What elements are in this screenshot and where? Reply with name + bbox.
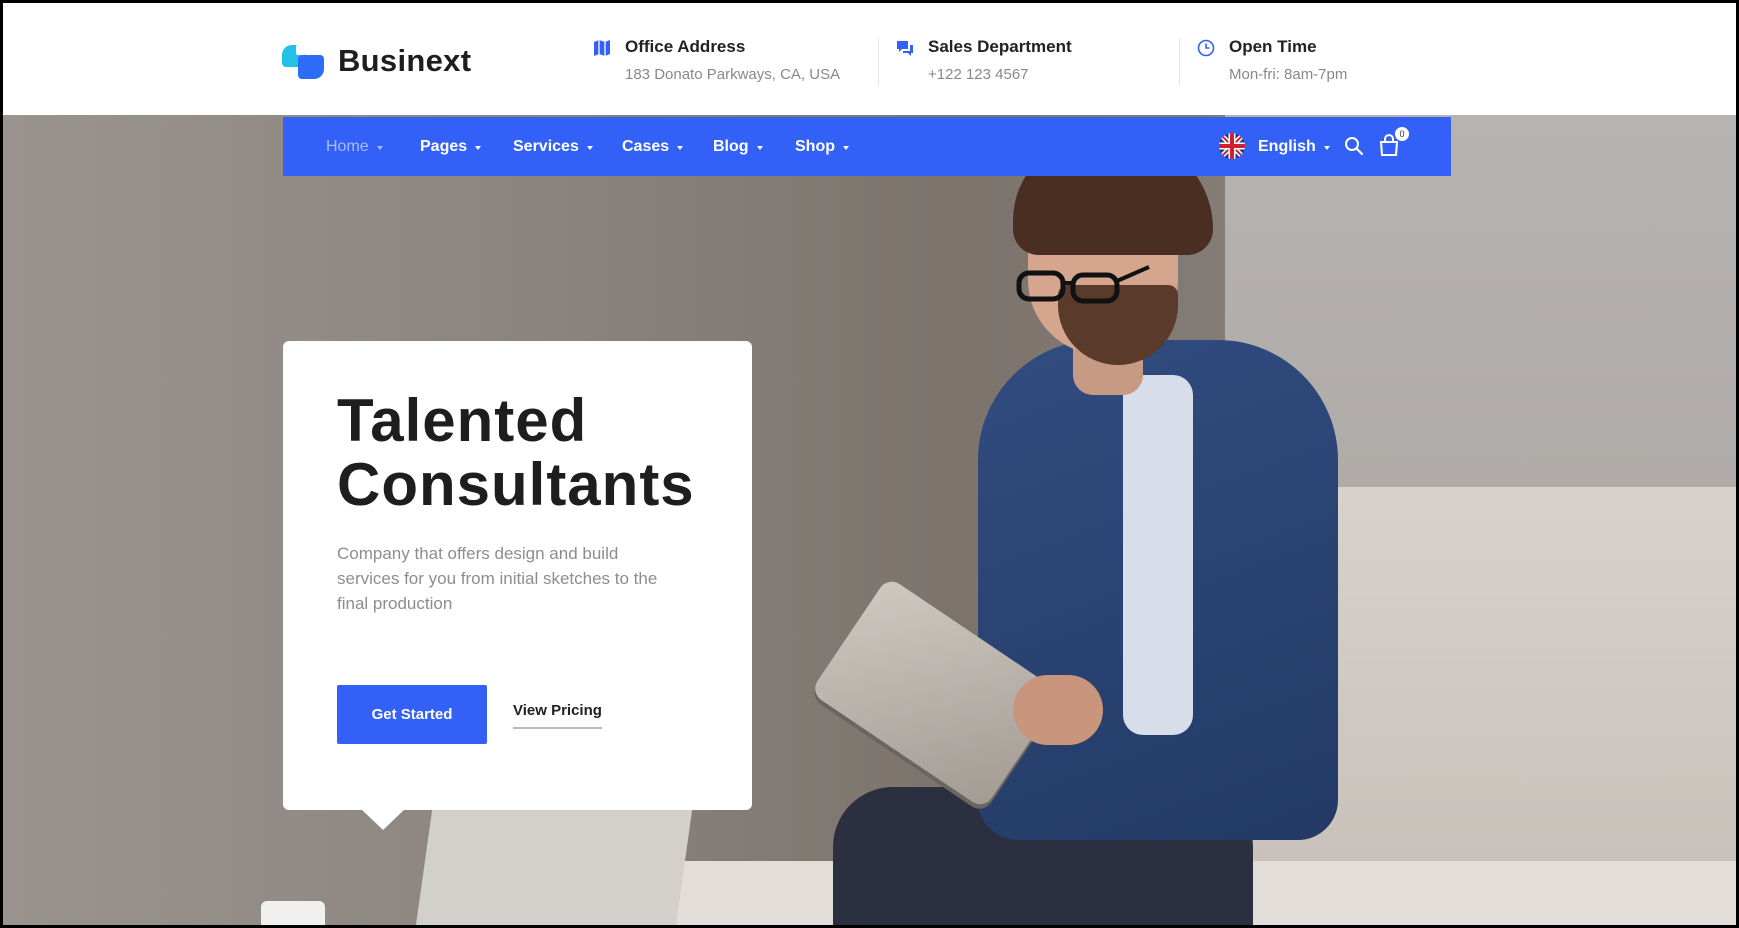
nav-item-label: Home — [326, 138, 369, 155]
hero-person-glasses — [1016, 265, 1150, 304]
divider — [878, 38, 879, 86]
chevron-down-icon — [843, 146, 849, 150]
cart-count-badge: 0 — [1395, 127, 1409, 141]
office-address-title: Office Address — [625, 37, 746, 56]
hero-title-line-1: Talented — [337, 387, 588, 454]
nav-item-services[interactable]: Services — [513, 138, 593, 156]
sales-department-info: Sales Department +122 123 4567 — [896, 37, 1072, 83]
office-address-value: 183 Donato Parkways, CA, USA — [625, 66, 841, 83]
logo[interactable]: Businext — [282, 41, 471, 81]
divider — [1179, 38, 1180, 86]
hero-section — [3, 115, 1736, 925]
uk-flag-icon[interactable] — [1219, 133, 1245, 159]
sales-department-title: Sales Department — [928, 37, 1072, 56]
nav-item-pages[interactable]: Pages — [420, 138, 482, 156]
language-selector[interactable]: English — [1258, 138, 1330, 156]
clock-icon — [1197, 39, 1215, 57]
chevron-down-icon — [1323, 146, 1330, 150]
hero-card: Talented Consultants Company that offers… — [283, 341, 752, 810]
open-time-value: Mon-fri: 8am-7pm — [1229, 66, 1348, 83]
hero-mug-image — [261, 901, 325, 925]
chat-icon — [897, 41, 913, 56]
open-time-title: Open Time — [1229, 37, 1317, 56]
language-label: English — [1258, 138, 1316, 155]
chevron-down-icon — [376, 146, 383, 150]
open-time-info: Open Time Mon-fri: 8am-7pm — [1197, 37, 1347, 83]
logo-mark-icon — [282, 41, 326, 81]
nav-item-label: Cases — [622, 138, 670, 155]
nav-item-label: Pages — [420, 138, 468, 155]
office-address-info: Office Address 183 Donato Parkways, CA, … — [593, 37, 840, 83]
hero-person-shirt — [1123, 375, 1193, 735]
hero-description: Company that offers design and build ser… — [337, 544, 658, 613]
hero-person-hand — [1013, 675, 1103, 745]
chevron-down-icon — [475, 146, 482, 150]
nav-item-cases[interactable]: Cases — [622, 138, 684, 156]
view-pricing-link[interactable]: View Pricing — [513, 702, 602, 729]
sales-department-value: +122 123 4567 — [928, 66, 1029, 83]
nav-item-shop[interactable]: Shop — [795, 138, 849, 156]
nav-item-label: Shop — [795, 138, 835, 155]
top-header: Businext Office Address 183 Donato Parkw… — [3, 3, 1736, 115]
page-frame: Businext Office Address 183 Donato Parkw… — [0, 0, 1739, 928]
chevron-down-icon — [586, 146, 593, 150]
hero-laptop-image — [413, 805, 693, 925]
nav-item-label: Services — [513, 138, 579, 155]
hero-title-line-2: Consultants — [337, 451, 695, 518]
nav-item-blog[interactable]: Blog — [713, 138, 763, 156]
map-icon — [594, 40, 610, 56]
brand-name: Businext — [338, 43, 472, 78]
main-nav: Home Pages Services Cases Blog Shop Engl… — [283, 117, 1451, 176]
search-icon[interactable] — [1344, 136, 1364, 156]
nav-item-home[interactable]: Home — [326, 138, 383, 156]
chevron-down-icon — [677, 146, 684, 150]
nav-item-label: Blog — [713, 138, 749, 155]
hero-title: Talented Consultants — [337, 389, 747, 517]
chevron-down-icon — [756, 146, 763, 150]
get-started-button[interactable]: Get Started — [337, 685, 487, 744]
hero-card-pointer — [360, 808, 406, 830]
